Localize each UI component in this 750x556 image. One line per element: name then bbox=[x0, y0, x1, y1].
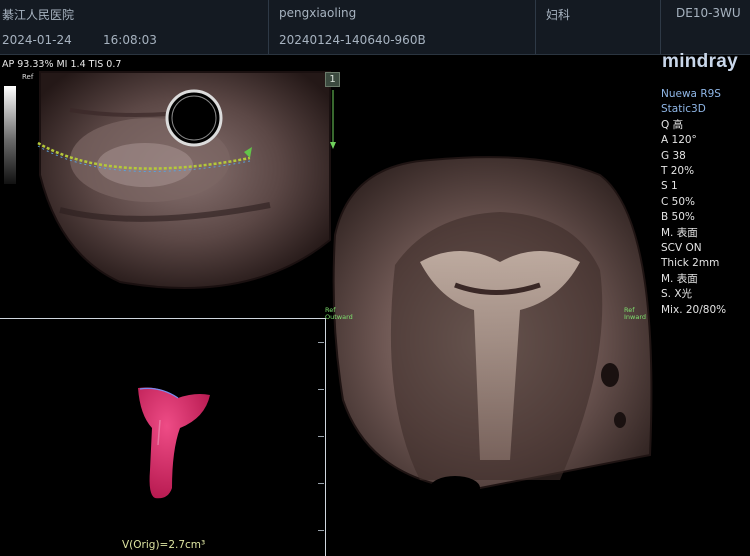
page-marker[interactable]: 1 bbox=[325, 72, 340, 87]
param-style: S. X光 bbox=[661, 288, 693, 301]
imaging-mode: Static3D bbox=[661, 103, 706, 116]
param-smooth: S 1 bbox=[661, 180, 678, 193]
parameter-panel: Nuewa R9S Static3D Q 高 A 120° G 38 T 20%… bbox=[661, 87, 749, 318]
brand-logo: mindray bbox=[662, 51, 739, 72]
param-contrast: C 50% bbox=[661, 195, 696, 208]
right-dir-label: Inward bbox=[624, 313, 647, 321]
param-mode-2: M. 表面 bbox=[661, 272, 698, 285]
param-angle: A 120° bbox=[661, 134, 697, 147]
scale-tick bbox=[318, 436, 324, 437]
param-mode-1: M. 表面 bbox=[661, 226, 698, 239]
scale-tick bbox=[318, 342, 324, 343]
param-scv: SCV ON bbox=[661, 242, 702, 255]
left-dir-label: Outward bbox=[325, 313, 353, 321]
system-model: Nuewa R9S bbox=[661, 88, 721, 100]
param-mix: Mix. 20/80% bbox=[661, 303, 727, 316]
param-thickness: Thick 2mm bbox=[661, 257, 720, 270]
param-quality: Q 高 bbox=[661, 118, 684, 131]
right-ref-marker: Ref Inward bbox=[624, 307, 646, 321]
param-threshold: T 20% bbox=[661, 165, 695, 178]
param-gain: G 38 bbox=[661, 149, 686, 162]
panel-c-image bbox=[332, 156, 653, 500]
scale-tick bbox=[318, 389, 324, 390]
panel-a-image bbox=[37, 71, 331, 289]
scale-tick bbox=[318, 530, 324, 531]
render-panel[interactable] bbox=[0, 318, 326, 556]
scale-tick bbox=[318, 483, 324, 484]
left-ref-marker: Ref Outward bbox=[325, 307, 353, 321]
param-brightness: B 50% bbox=[661, 211, 695, 224]
volume-measurement: V(Orig)=2.7cm³ bbox=[122, 539, 206, 551]
